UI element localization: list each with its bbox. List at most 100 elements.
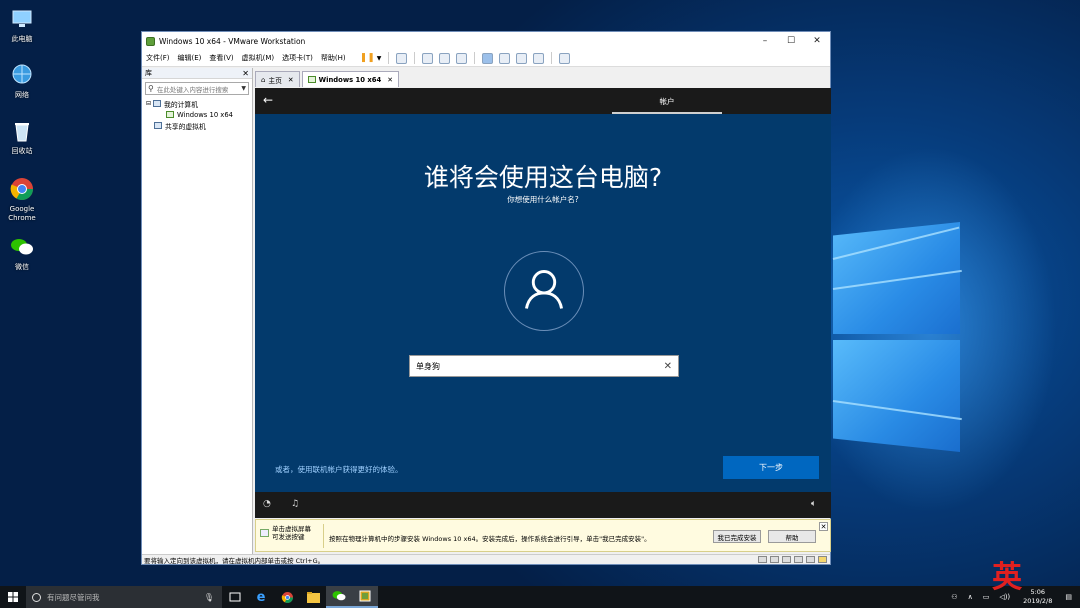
windows-logo-pane [833, 340, 960, 452]
network-adapter-icon[interactable] [782, 556, 791, 563]
minimize-button[interactable]: – [752, 36, 778, 46]
oobe-header: ← 帐户 [255, 88, 831, 114]
tree-item-label: 共享的虚拟机 [165, 122, 206, 131]
sound-icon[interactable] [806, 556, 815, 563]
finished-install-button[interactable]: 我已完成安装 [713, 530, 761, 543]
tab-home[interactable]: ⌂ 主页 ✕ [255, 71, 300, 87]
click-screen-hint: 单击虚拟屏幕 可发送按键 [272, 525, 311, 541]
taskbar-wechat[interactable] [326, 586, 352, 608]
user-avatar-icon [504, 251, 584, 331]
vm-console[interactable]: ← 帐户 谁将会使用这台电脑? 你想使用什么帐户名? 单身狗 ✕ 或者，使用联机… [255, 88, 831, 518]
title-bar[interactable]: Windows 10 x64 - VMware Workstation – ☐ … [142, 32, 830, 50]
pause-icon[interactable]: ❚❚ [360, 53, 375, 63]
taskbar-file-explorer[interactable] [300, 586, 326, 608]
search-placeholder: 有问题尽管问我 [47, 592, 100, 602]
tab-label: 主页 [268, 76, 282, 85]
action-center-icon[interactable]: ▤ [1065, 593, 1072, 601]
desktop-icon-label: 微信 [15, 263, 29, 271]
vm-icon [166, 111, 174, 118]
menu-help[interactable]: 帮助(H) [321, 53, 346, 63]
tree-item-shared-vms[interactable]: 共享的虚拟机 [146, 120, 252, 131]
tab-strip: ⌂ 主页 ✕ Windows 10 x64 ✕ [255, 69, 401, 87]
desktop-icon-wechat[interactable]: 微信 [0, 234, 44, 272]
next-button[interactable]: 下一步 [723, 456, 819, 479]
microphone-icon[interactable]: ♫ [291, 499, 299, 509]
edge-icon: e [256, 589, 266, 605]
oobe-step-label: 帐户 [659, 97, 675, 106]
network-tray-icon[interactable]: ▭ [983, 593, 990, 601]
cd-drive-icon[interactable] [770, 556, 779, 563]
account-name-input[interactable]: 单身狗 ✕ [409, 355, 679, 377]
show-hidden-icons-icon[interactable]: ∧ [968, 593, 973, 601]
snapshot-manager-icon[interactable] [456, 52, 468, 64]
task-view-button[interactable] [222, 586, 248, 608]
close-icon[interactable]: ✕ [819, 522, 828, 531]
close-button[interactable]: ✕ [804, 36, 830, 46]
online-account-link[interactable]: 或者，使用联机帐户获得更好的体验。 [275, 464, 403, 475]
collapse-icon[interactable]: ⊟ [146, 100, 151, 107]
maximize-button[interactable]: ☐ [778, 36, 804, 46]
window-title: Windows 10 x64 - VMware Workstation [159, 36, 306, 46]
thumbnail-bar-icon[interactable] [499, 52, 511, 64]
cortana-search-box[interactable]: 有问题尽管问我 🎙︎ [26, 586, 222, 608]
unity-icon[interactable] [533, 52, 545, 64]
wechat-icon [11, 239, 33, 255]
task-view-icon [229, 592, 241, 602]
console-view-icon[interactable] [559, 52, 571, 64]
full-screen-icon[interactable] [516, 52, 528, 64]
oobe-title: 谁将会使用这台电脑? [423, 163, 663, 192]
desktop-icon-this-pc[interactable]: 此电脑 [0, 6, 44, 44]
tab-vm[interactable]: Windows 10 x64 ✕ [301, 71, 399, 87]
usb-icon[interactable] [794, 556, 803, 563]
message-log-icon[interactable] [818, 556, 827, 563]
ease-of-access-icon[interactable]: ◔ [263, 499, 271, 509]
menu-file[interactable]: 文件(F) [146, 53, 170, 63]
search-placeholder: 在此处键入内容进行搜索 [156, 85, 229, 94]
taskbar-vmware[interactable] [352, 586, 378, 608]
menu-view[interactable]: 查看(V) [209, 53, 233, 63]
vmware-window: Windows 10 x64 - VMware Workstation – ☐ … [141, 31, 831, 565]
tab-label: Windows 10 x64 [318, 75, 382, 84]
taskbar-edge[interactable]: e [248, 586, 274, 608]
tree-item-vm[interactable]: Windows 10 x64 [146, 109, 252, 120]
taskbar-chrome[interactable] [274, 586, 300, 608]
library-tree: ⊟ 我的计算机 Windows 10 x64 共享的虚拟机 [142, 98, 252, 131]
desktop-icon-recycle-bin[interactable]: 回收站 [0, 118, 44, 156]
file-explorer-icon [306, 591, 320, 603]
start-button[interactable] [0, 586, 26, 608]
back-arrow-icon[interactable]: ← [263, 93, 273, 107]
desktop-icon-label: 此电脑 [11, 35, 33, 43]
vmware-icon [359, 590, 371, 602]
desktop-icon-label: 网络 [15, 91, 29, 99]
volume-icon[interactable]: 🔈︎ [811, 499, 816, 509]
close-tab-icon[interactable]: ✕ [288, 76, 294, 84]
help-button[interactable]: 帮助 [768, 530, 816, 543]
show-library-icon[interactable] [482, 52, 494, 64]
chevron-down-icon[interactable]: ▼ [377, 55, 382, 62]
menu-vm[interactable]: 虚拟机(M) [242, 53, 275, 63]
clock[interactable]: 5:06 2019/2/8 [1023, 588, 1052, 606]
menu-edit[interactable]: 编辑(E) [178, 53, 202, 63]
people-icon[interactable]: ⚇ [951, 593, 957, 601]
toolbar: ❚❚ ▼ [358, 52, 574, 64]
microphone-icon[interactable]: 🎙︎ [204, 593, 214, 602]
close-library-icon[interactable]: ✕ [242, 69, 249, 78]
chevron-down-icon[interactable]: ▼ [241, 85, 246, 92]
ime-indicator[interactable]: 英 [992, 563, 1022, 593]
revert-snapshot-icon[interactable] [439, 52, 451, 64]
tree-item-label: Windows 10 x64 [177, 110, 233, 119]
desktop-icon-chrome[interactable]: Google Chrome [0, 176, 44, 223]
install-message: 按照在物理计算机中的步骤安装 Windows 10 x64。安装完成后，操作系统… [329, 535, 651, 543]
snapshot-icon[interactable] [422, 52, 434, 64]
shared-vms-icon [154, 122, 162, 129]
menu-tabs[interactable]: 选项卡(T) [282, 53, 313, 63]
hard-disk-icon[interactable] [758, 556, 767, 563]
tree-item-my-computer[interactable]: ⊟ 我的计算机 [146, 98, 252, 109]
send-ctrl-alt-del-icon[interactable] [396, 52, 408, 64]
library-search-input[interactable]: ⚲ 在此处键入内容进行搜索 ▼ [145, 82, 249, 95]
cortana-icon [32, 592, 41, 602]
desktop-icon-network[interactable]: 网络 [0, 62, 44, 100]
status-bar: 要将输入定向到该虚拟机，请在虚拟机内部单击或按 Ctrl+G。 [142, 554, 830, 565]
close-tab-icon[interactable]: ✕ [387, 76, 393, 84]
clear-icon[interactable]: ✕ [664, 361, 672, 372]
